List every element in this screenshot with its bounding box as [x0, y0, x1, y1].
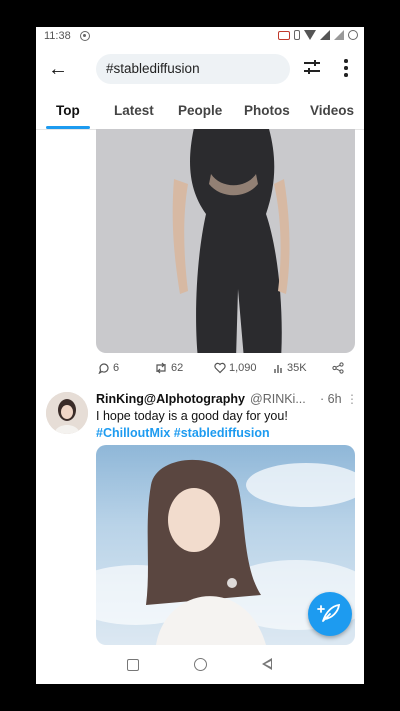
views-icon — [274, 364, 282, 373]
tab-photos[interactable]: Photos — [244, 103, 290, 118]
share-button[interactable] — [332, 362, 344, 374]
share-icon — [332, 362, 344, 374]
signal-2-icon — [334, 30, 344, 40]
views-count: 35K — [287, 362, 307, 374]
reply-icon — [98, 363, 109, 374]
status-time: 11:38 — [44, 30, 71, 42]
tweet-actions: 6 62 1,090 35K — [96, 361, 356, 379]
tab-videos[interactable]: Videos — [310, 103, 354, 118]
reply-count: 6 — [113, 362, 120, 374]
like-icon — [214, 362, 226, 374]
reply-button[interactable]: 6 — [98, 362, 119, 374]
filter-icon[interactable] — [304, 60, 320, 74]
home-icon[interactable] — [194, 658, 207, 671]
avatar-image — [46, 392, 88, 434]
retweet-button[interactable]: 62 — [154, 362, 183, 374]
compose-icon — [317, 603, 341, 622]
signal-icon — [320, 30, 330, 40]
status-icons — [278, 30, 358, 40]
wifi-icon — [304, 30, 316, 40]
back-arrow-icon[interactable]: ← — [48, 58, 68, 81]
cast-icon — [278, 30, 290, 40]
retweet-icon — [156, 362, 166, 374]
like-button[interactable]: 1,090 — [214, 362, 257, 374]
tab-people[interactable]: People — [178, 103, 222, 118]
android-nav-bar — [36, 649, 364, 684]
more-icon[interactable] — [344, 59, 348, 77]
photo-figure — [172, 129, 290, 353]
search-tabs: Top Latest People Photos Videos — [36, 99, 364, 130]
tweet-time: · 6h — [320, 392, 342, 406]
tab-top[interactable]: Top — [56, 103, 80, 118]
recents-icon[interactable] — [127, 659, 139, 671]
tab-active-indicator — [46, 126, 90, 129]
avatar[interactable] — [46, 392, 88, 434]
compose-button[interactable] — [308, 592, 352, 636]
tweet-author-name[interactable]: RinKing@AIphotography — [96, 392, 245, 406]
search-header: ← #stablediffusion — [36, 51, 364, 91]
status-bar: 11:38 — [36, 27, 364, 47]
back-nav-icon[interactable] — [262, 658, 272, 670]
like-count: 1,090 — [229, 362, 257, 374]
battery-icon — [348, 30, 358, 40]
tweet-more-icon[interactable]: ⋮ — [346, 392, 358, 406]
phone-screen: 11:38 ← #stablediffusion Top Latest Peop… — [36, 27, 364, 684]
tweet-author-handle[interactable]: @RINKi... — [250, 392, 306, 406]
record-icon — [80, 31, 90, 41]
tweet-text: I hope today is a good day for you! — [96, 409, 288, 423]
tweet-hashtags[interactable]: #ChilloutMix #stablediffusion — [96, 426, 270, 440]
views-button[interactable]: 35K — [274, 362, 307, 374]
tab-latest[interactable]: Latest — [114, 103, 154, 118]
retweet-count: 62 — [171, 362, 184, 374]
tweet-image[interactable] — [96, 129, 355, 353]
search-input[interactable]: #stablediffusion — [96, 54, 290, 84]
vibrate-icon — [294, 30, 300, 40]
